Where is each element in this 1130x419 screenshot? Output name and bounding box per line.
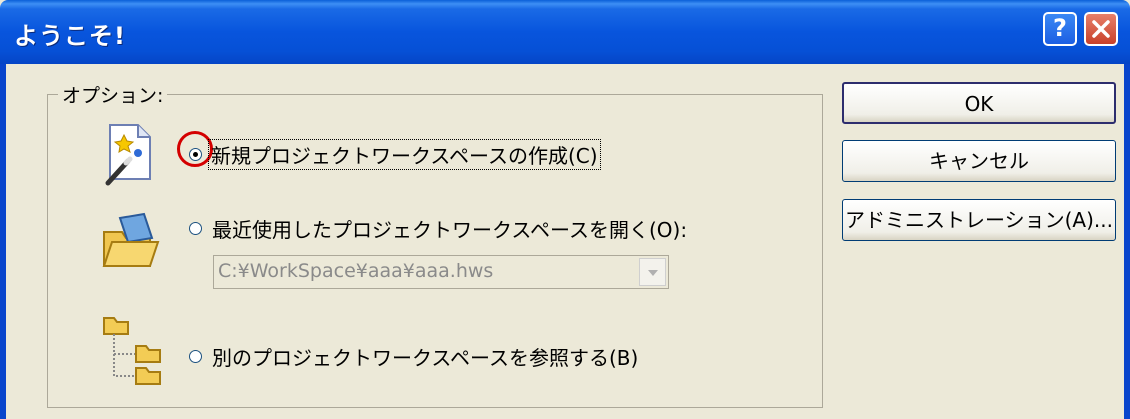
option-open-recent-label: 最近使用したプロジェクトワークスペースを開く(O): xyxy=(212,218,688,242)
help-button[interactable]: ? xyxy=(1043,12,1077,46)
option-open-recent[interactable]: 最近使用したプロジェクトワークスペースを開く(O): xyxy=(189,214,687,243)
window-frame-left xyxy=(0,64,6,419)
option-new-workspace-label: 新規プロジェクトワークスペースの作成(C) xyxy=(208,139,601,170)
radio-new-workspace[interactable] xyxy=(189,148,202,161)
radio-browse[interactable] xyxy=(189,350,202,363)
option-new-workspace[interactable]: 新規プロジェクトワークスペースの作成(C) xyxy=(189,139,601,170)
recent-workspace-value: C:¥WorkSpace¥aaa¥aaa.hws xyxy=(218,260,494,282)
combo-dropdown-arrow-icon[interactable] xyxy=(639,258,666,286)
radio-open-recent[interactable] xyxy=(189,222,202,235)
open-folder-icon xyxy=(102,212,160,267)
help-icon: ? xyxy=(1053,14,1067,42)
new-workspace-wand-icon xyxy=(105,124,151,186)
window-title: ようこそ! xyxy=(14,22,126,50)
title-bar[interactable]: ようこそ! ? xyxy=(0,0,1130,64)
administration-button[interactable]: アドミニストレーション(A)... xyxy=(842,199,1116,241)
ok-button[interactable]: OK xyxy=(842,82,1116,124)
option-browse-label: 別のプロジェクトワークスペースを参照する(B) xyxy=(212,346,639,370)
options-legend: オプション: xyxy=(58,81,168,108)
option-browse[interactable]: 別のプロジェクトワークスペースを参照する(B) xyxy=(189,342,638,371)
recent-workspace-combo[interactable]: C:¥WorkSpace¥aaa¥aaa.hws xyxy=(213,255,669,289)
close-button[interactable] xyxy=(1084,12,1118,46)
window-frame-right xyxy=(1124,64,1130,419)
folder-tree-icon xyxy=(103,317,161,385)
cancel-button[interactable]: キャンセル xyxy=(842,140,1116,182)
close-icon xyxy=(1092,20,1110,38)
